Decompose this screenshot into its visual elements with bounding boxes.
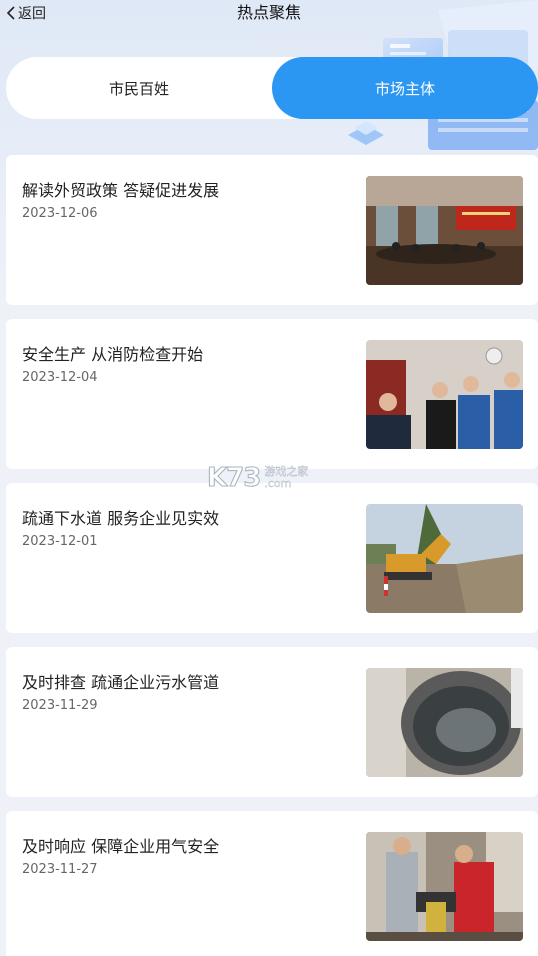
article-title: 解读外贸政策 答疑促进发展 [22, 181, 220, 200]
fire-inspection-photo [366, 340, 523, 449]
article-date: 2023-11-29 [22, 698, 98, 713]
tab-market-entities[interactable]: 市场主体 [272, 57, 538, 119]
tab-citizens[interactable]: 市民百姓 [6, 57, 272, 119]
list-item[interactable]: 及时响应 保障企业用气安全 2023-11-27 [6, 811, 538, 956]
top-bar: 返回 热点聚焦 [0, 0, 538, 28]
list-item[interactable]: 及时排查 疏通企业污水管道 2023-11-29 [6, 647, 538, 797]
meeting-room-photo [366, 176, 523, 285]
article-date: 2023-12-01 [22, 534, 98, 549]
list-item[interactable]: 解读外贸政策 答疑促进发展 2023-12-06 [6, 155, 538, 305]
article-date: 2023-12-06 [22, 206, 98, 221]
article-title: 安全生产 从消防检查开始 [22, 345, 204, 364]
article-title: 及时排查 疏通企业污水管道 [22, 673, 220, 692]
list-item[interactable]: 安全生产 从消防检查开始 2023-12-04 [6, 319, 538, 469]
watermark-logo: K73 [206, 463, 261, 494]
category-tabs: 市民百姓 市场主体 [6, 57, 538, 119]
article-date: 2023-11-27 [22, 862, 98, 877]
article-title: 及时响应 保障企业用气安全 [22, 837, 220, 856]
article-title: 疏通下水道 服务企业见实效 [22, 509, 220, 528]
page-title: 热点聚焦 [236, 3, 301, 22]
gas-check-photo [366, 832, 523, 941]
watermark: K73 游戏之家 .com [206, 463, 308, 494]
watermark-domain: .com [264, 477, 292, 490]
article-date: 2023-12-04 [22, 370, 98, 385]
sewer-pipe-photo [366, 668, 523, 777]
list-item[interactable]: 疏通下水道 服务企业见实效 2023-12-01 [6, 483, 538, 633]
excavator-photo [366, 504, 523, 613]
